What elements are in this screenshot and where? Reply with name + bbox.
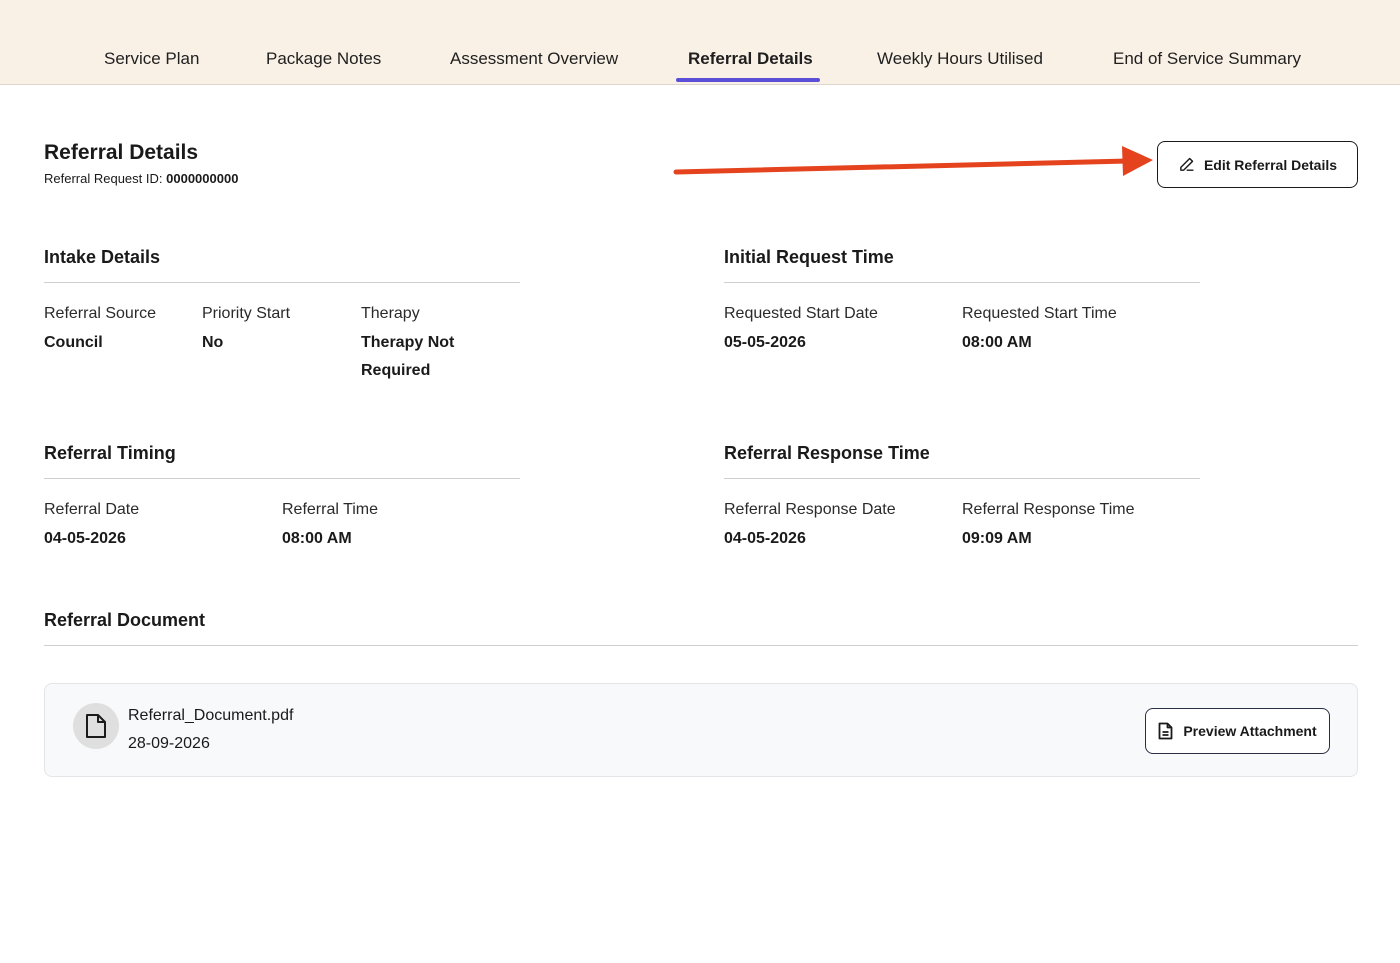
initial-request-divider — [724, 282, 1200, 283]
therapy-value-line-2: Required — [361, 362, 431, 379]
requested-start-time-label: Requested Start Time — [962, 305, 1117, 322]
active-tab-indicator — [676, 78, 820, 82]
intake-divider — [44, 282, 520, 283]
edit-button-label: Edit Referral Details — [1203, 156, 1338, 173]
tab-referral-details[interactable]: Referral Details — [688, 49, 813, 69]
referral-response-time-title: Referral Response Time — [724, 443, 930, 463]
document-text-icon — [1158, 722, 1173, 740]
referral-document-title: Referral Document — [44, 610, 206, 630]
referral-source-value: Council — [44, 334, 103, 351]
therapy-value-line-1: Therapy Not — [361, 334, 455, 351]
referral-timing-title: Referral Timing — [44, 443, 176, 463]
edit-referral-details-button[interactable]: Edit Referral Details — [1157, 141, 1358, 188]
request-id-label: Referral Request ID: — [44, 171, 163, 186]
document-file-name: Referral_Document.pdf — [128, 707, 294, 724]
therapy-value: Therapy Not Required — [361, 329, 454, 385]
tab-bar: Service Plan Package Notes Assessment Ov… — [0, 0, 1400, 85]
tab-end-of-service-summary[interactable]: End of Service Summary — [1113, 49, 1301, 69]
intake-details-title: Intake Details — [44, 247, 161, 267]
referral-time-value: 08:00 AM — [282, 530, 352, 547]
referral-date-value: 04-05-2026 — [44, 530, 126, 547]
referral-date-label: Referral Date — [44, 501, 140, 518]
annotation-arrow — [673, 146, 1153, 176]
initial-request-time-title: Initial Request Time — [724, 247, 894, 267]
tab-service-plan[interactable]: Service Plan — [104, 49, 199, 69]
therapy-label: Therapy — [361, 305, 420, 322]
requested-start-date-label: Requested Start Date — [724, 305, 878, 322]
referral-response-date-value: 04-05-2026 — [724, 530, 806, 547]
referral-response-divider — [724, 478, 1200, 479]
requested-start-date-value: 05-05-2026 — [724, 334, 806, 351]
referral-request-id: Referral Request ID: 0000000000 — [44, 171, 238, 186]
referral-timing-divider — [44, 478, 520, 479]
referral-response-time-value: 09:09 AM — [962, 530, 1032, 547]
tab-assessment-overview[interactable]: Assessment Overview — [450, 49, 618, 69]
file-icon — [73, 703, 119, 749]
referral-response-time-label: Referral Response Time — [962, 501, 1135, 518]
request-id-value: 0000000000 — [166, 171, 239, 186]
referral-time-label: Referral Time — [282, 501, 379, 518]
referral-response-date-label: Referral Response Date — [724, 501, 896, 518]
priority-start-value: No — [202, 334, 224, 351]
page-title: Referral Details — [44, 141, 199, 164]
document-file-date: 28-09-2026 — [128, 735, 210, 752]
tab-package-notes[interactable]: Package Notes — [266, 49, 381, 69]
referral-source-label: Referral Source — [44, 305, 157, 322]
preview-attachment-button[interactable]: Preview Attachment — [1145, 708, 1330, 754]
preview-button-label: Preview Attachment — [1183, 723, 1317, 739]
priority-start-label: Priority Start — [202, 305, 291, 322]
pencil-icon — [1178, 156, 1195, 173]
tab-weekly-hours-utilised[interactable]: Weekly Hours Utilised — [877, 49, 1043, 69]
requested-start-time-value: 08:00 AM — [962, 334, 1032, 351]
referral-document-divider — [44, 645, 1358, 646]
document-card: Referral_Document.pdf 28-09-2026 Preview… — [44, 683, 1358, 777]
